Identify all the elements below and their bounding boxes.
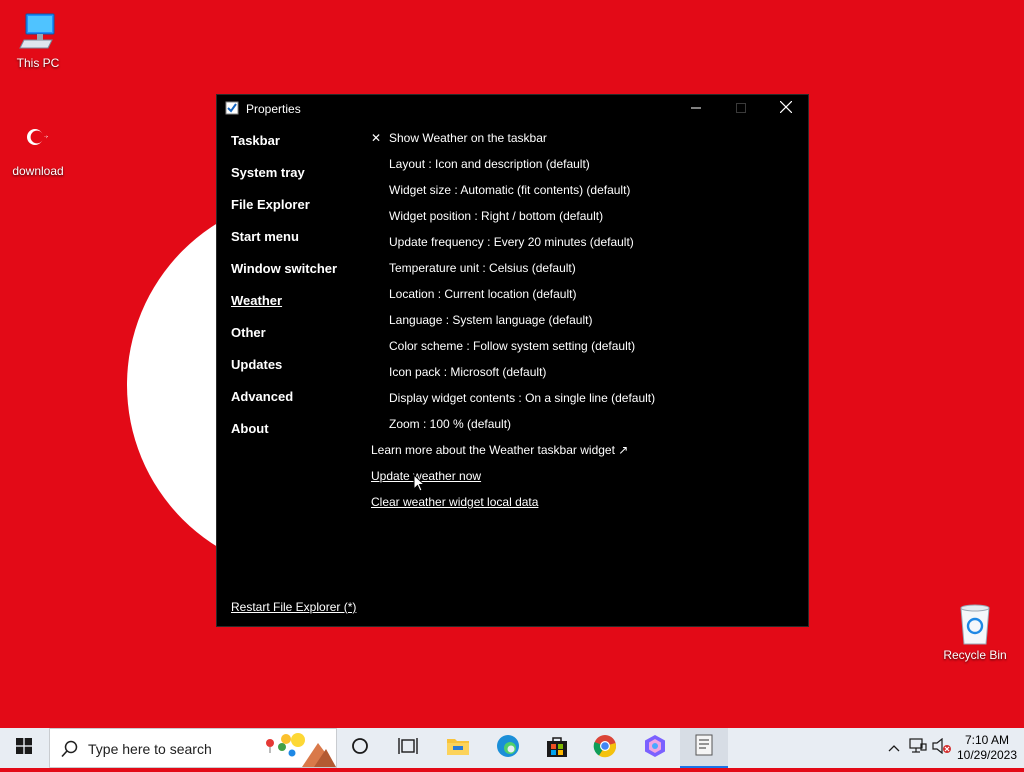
- setting-widget-position[interactable]: Widget position : Right / bottom (defaul…: [371, 208, 655, 234]
- computer-icon: [16, 10, 60, 54]
- nav-item-system-tray[interactable]: System tray: [231, 164, 337, 196]
- taskbar-search-box[interactable]: Type here to search: [49, 728, 337, 768]
- taskbar-chrome[interactable]: [583, 728, 627, 768]
- settings-nav: Taskbar System tray File Explorer Start …: [231, 132, 337, 452]
- desktop-icon-label: This PC: [16, 56, 60, 70]
- properties-window: Properties Taskbar System tray File Expl…: [216, 94, 809, 627]
- desktop-icon-recycle-bin[interactable]: Recycle Bin: [937, 602, 1013, 662]
- setting-label: Show Weather on the taskbar: [389, 131, 547, 145]
- maximize-icon: [736, 100, 746, 118]
- mouse-pointer-icon: [413, 473, 426, 497]
- properties-window-icon: [693, 734, 715, 761]
- setting-label: Zoom : 100 % (default): [389, 417, 512, 431]
- setting-icon-pack[interactable]: Icon pack : Microsoft (default): [371, 364, 655, 390]
- nav-item-advanced[interactable]: Advanced: [231, 388, 337, 420]
- search-placeholder: Type here to search: [88, 741, 212, 757]
- setting-label: Update frequency : Every 20 minutes (def…: [389, 235, 634, 249]
- close-icon: [779, 100, 793, 118]
- setting-layout[interactable]: Layout : Icon and description (default): [371, 156, 655, 182]
- nav-item-file-explorer[interactable]: File Explorer: [231, 196, 337, 228]
- store-bag-icon: [545, 734, 569, 763]
- checkmark-icon: ✕: [371, 131, 382, 145]
- weather-settings-list: ✕ Show Weather on the taskbar Layout : I…: [371, 130, 655, 520]
- network-icon: [909, 737, 927, 759]
- learn-more-link[interactable]: Learn more about the Weather taskbar wid…: [371, 442, 655, 468]
- taskbar-file-explorer[interactable]: [436, 728, 480, 768]
- windows-logo-icon: [16, 737, 32, 759]
- taskbar-edge[interactable]: [486, 728, 530, 768]
- setting-language[interactable]: Language : System language (default): [371, 312, 655, 338]
- setting-display-widget-contents[interactable]: Display widget contents : On a single li…: [371, 390, 655, 416]
- cortana-circle-icon: [351, 737, 369, 760]
- desktop-icon-this-pc[interactable]: This PC: [0, 10, 76, 70]
- volume-button[interactable]: [930, 728, 954, 768]
- setting-label: Language : System language (default): [389, 313, 593, 327]
- clock-date: 10/29/2023: [956, 748, 1018, 762]
- setting-label: Layout : Icon and description (default): [389, 157, 590, 171]
- setting-label: Widget position : Right / bottom (defaul…: [389, 209, 604, 223]
- setting-widget-size[interactable]: Widget size : Automatic (fit contents) (…: [371, 182, 655, 208]
- volume-muted-icon: [932, 737, 952, 759]
- desktop-icon-label: download: [12, 164, 64, 178]
- folder-icon: [446, 736, 470, 761]
- nav-item-other[interactable]: Other: [231, 324, 337, 356]
- nav-item-window-switcher[interactable]: Window switcher: [231, 260, 337, 292]
- setting-label: Color scheme : Follow system setting (de…: [389, 339, 636, 353]
- start-button[interactable]: [0, 728, 48, 768]
- network-button[interactable]: [906, 728, 930, 768]
- window-titlebar[interactable]: Properties: [217, 95, 808, 123]
- clock-button[interactable]: 7:10 AM 10/29/2023: [954, 728, 1020, 768]
- setting-show-weather-checkbox[interactable]: ✕ Show Weather on the taskbar: [371, 130, 655, 156]
- taskbar: Type here to search 7:10 AM 10/29/2023: [0, 728, 1024, 768]
- flag-image-icon: [16, 118, 60, 162]
- close-button[interactable]: [763, 95, 809, 123]
- nav-item-updates[interactable]: Updates: [231, 356, 337, 388]
- setting-label: Temperature unit : Celsius (default): [389, 261, 576, 275]
- setting-temperature-unit[interactable]: Temperature unit : Celsius (default): [371, 260, 655, 286]
- desktop-icon-download[interactable]: download: [0, 118, 76, 178]
- chrome-browser-icon: [593, 734, 617, 763]
- desktop-icon-label: Recycle Bin: [943, 648, 1007, 662]
- taskbar-store[interactable]: [535, 728, 579, 768]
- setting-update-frequency[interactable]: Update frequency : Every 20 minutes (def…: [371, 234, 655, 260]
- nav-item-start-menu[interactable]: Start menu: [231, 228, 337, 260]
- setting-location[interactable]: Location : Current location (default): [371, 286, 655, 312]
- restart-file-explorer-link[interactable]: Restart File Explorer (*): [231, 600, 356, 614]
- properties-app-icon: [225, 101, 239, 115]
- task-view-icon: [398, 737, 418, 760]
- clear-weather-data-link[interactable]: Clear weather widget local data: [371, 494, 655, 520]
- taskbar-properties-app-active[interactable]: [680, 728, 728, 768]
- minimize-icon: [691, 100, 701, 118]
- setting-label: Display widget contents : On a single li…: [389, 391, 656, 405]
- taskbar-copilot-app[interactable]: [633, 728, 677, 768]
- window-title: Properties: [246, 102, 301, 116]
- nav-item-about[interactable]: About: [231, 420, 337, 452]
- copilot-hexagon-icon: [643, 734, 667, 763]
- setting-label: Icon pack : Microsoft (default): [389, 365, 547, 379]
- task-view-button[interactable]: [386, 728, 430, 768]
- search-highlight-balloons-icon: [262, 731, 336, 772]
- setting-label: Location : Current location (default): [389, 287, 577, 301]
- recycle-bin-icon: [953, 602, 997, 646]
- minimize-button[interactable]: [673, 95, 719, 123]
- edge-browser-icon: [496, 734, 520, 763]
- nav-item-weather[interactable]: Weather: [231, 292, 337, 324]
- chevron-up-icon: [888, 739, 900, 757]
- setting-zoom[interactable]: Zoom : 100 % (default): [371, 416, 655, 442]
- nav-item-taskbar[interactable]: Taskbar: [231, 132, 337, 164]
- maximize-button[interactable]: [718, 95, 764, 123]
- cortana-button[interactable]: [338, 728, 382, 768]
- setting-label: Widget size : Automatic (fit contents) (…: [389, 183, 631, 197]
- setting-color-scheme[interactable]: Color scheme : Follow system setting (de…: [371, 338, 655, 364]
- clock-time: 7:10 AM: [964, 733, 1010, 747]
- search-icon: [61, 740, 79, 763]
- show-hidden-icons-button[interactable]: [884, 728, 904, 768]
